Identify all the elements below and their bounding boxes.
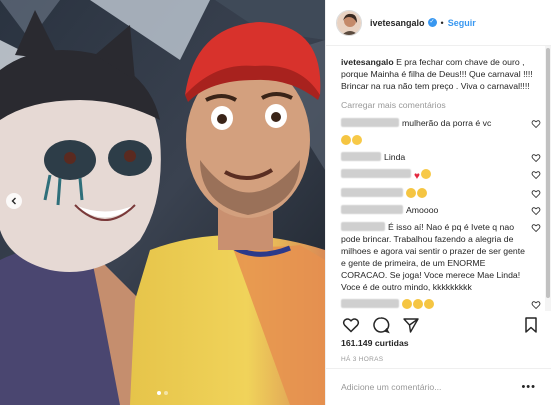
likes-count[interactable]: 161.149 curtidas (341, 338, 409, 348)
carousel-dot (157, 391, 161, 395)
comment-like-icon[interactable] (531, 119, 541, 129)
comment-text: Linda (384, 152, 406, 162)
comments-scrollbar[interactable] (545, 46, 551, 311)
comment-text: Amoooo (406, 205, 439, 215)
comment-text: mulherão da porra é vc (402, 118, 492, 128)
heart-outline-icon[interactable] (341, 315, 361, 335)
carousel-indicator (0, 391, 325, 395)
comment-username[interactable] (341, 188, 403, 197)
post-header: ivetesangalo ✓ • Seguir (326, 0, 551, 46)
comment-item: ♥ (341, 168, 541, 182)
clapping-hands-emoji (413, 299, 423, 309)
laughing-emoji (420, 169, 431, 179)
comment-username[interactable] (341, 222, 385, 231)
avatar[interactable] (336, 9, 362, 36)
bookmark-icon[interactable] (521, 315, 541, 335)
laughing-emoji (352, 135, 362, 145)
clapping-hands-emoji (402, 299, 412, 309)
photo-illustration (0, 0, 325, 405)
comment-item: É isso aí! Nao é pq é Ivete q nao pode b… (341, 221, 541, 293)
post-actions (341, 313, 541, 337)
comment-username[interactable] (341, 118, 399, 127)
comment-username[interactable] (341, 169, 411, 178)
comment-item: Linda (341, 151, 541, 163)
speech-bubble-icon[interactable] (371, 315, 391, 335)
comment-like-icon[interactable] (531, 170, 541, 180)
post-details-panel: ivetesangalo ✓ • Seguir ivetesangalo E p… (325, 0, 551, 405)
add-comment-bar: ••• (326, 368, 551, 405)
comments-list[interactable]: ivetesangalo E pra fechar com chave de o… (326, 46, 551, 311)
carousel-dot (164, 391, 168, 395)
comment-item (341, 298, 541, 310)
comment-item: mulherão da porra é vc (341, 117, 541, 129)
comment-like-icon[interactable] (531, 223, 541, 233)
load-more-comments-button[interactable]: Carregar mais comentários (341, 100, 541, 110)
clapping-hands-emoji (341, 135, 351, 145)
clapping-hands-emoji (417, 188, 427, 198)
follow-button[interactable]: Seguir (448, 18, 476, 28)
comment-text: É isso aí! Nao é pq é Ivete q nao pode b… (341, 222, 525, 292)
username[interactable]: ivetesangalo (370, 18, 425, 28)
comment-like-icon[interactable] (531, 189, 541, 199)
comment-like-icon[interactable] (531, 300, 541, 310)
scrollbar-thumb[interactable] (546, 48, 550, 298)
chevron-left-icon (10, 197, 18, 205)
comment-username[interactable] (341, 299, 399, 308)
post-caption: ivetesangalo E pra fechar com chave de o… (341, 56, 541, 92)
post-timestamp[interactable]: HÁ 3 HORAS (341, 356, 383, 363)
comment-username[interactable] (341, 152, 381, 161)
comment-input[interactable] (341, 382, 491, 392)
more-options-icon[interactable]: ••• (521, 381, 536, 393)
separator-dot: • (440, 17, 444, 28)
comment-like-icon[interactable] (531, 206, 541, 216)
clapping-hands-emoji (424, 299, 434, 309)
comment-item (341, 187, 541, 199)
red-heart-emoji: ♥ (414, 171, 420, 182)
post-photo[interactable] (0, 0, 325, 405)
carousel-prev-button[interactable] (6, 193, 22, 209)
comment-item: Amoooo (341, 204, 541, 216)
paper-plane-icon[interactable] (401, 315, 421, 335)
comment-item (341, 134, 541, 146)
comment-username[interactable] (341, 205, 403, 214)
caption-username[interactable]: ivetesangalo (341, 57, 394, 67)
verified-badge-icon: ✓ (427, 18, 437, 27)
comment-like-icon[interactable] (531, 153, 541, 163)
clapping-hands-emoji (406, 188, 416, 198)
